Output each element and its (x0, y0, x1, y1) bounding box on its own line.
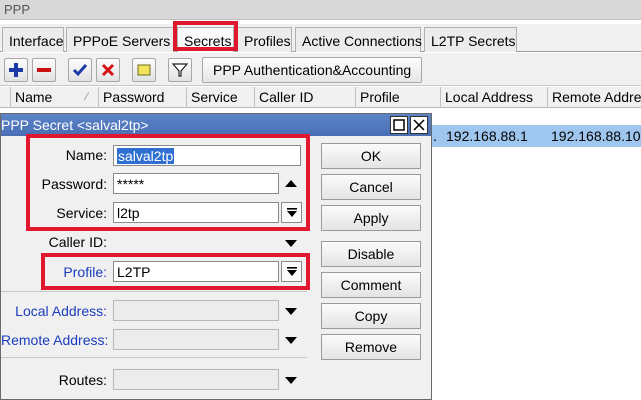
column-remote-address[interactable]: Remote Address (547, 87, 641, 108)
caller-id-field[interactable] (113, 232, 279, 253)
close-button[interactable] (410, 116, 428, 134)
divider (1, 291, 307, 292)
local-address-field[interactable] (113, 300, 279, 321)
filter-button[interactable] (168, 58, 192, 82)
maximize-button[interactable] (390, 116, 408, 134)
caller-id-dropdown[interactable] (281, 233, 301, 253)
sort-icon: ∕ (86, 91, 88, 103)
local-address-label[interactable]: Local Address: (1, 303, 107, 319)
maximize-icon (393, 119, 405, 131)
remote-address-dropdown[interactable] (281, 330, 301, 350)
dialog-title: PPP Secret <salval2tp> (1, 117, 149, 133)
ppp-auth-accounting-button[interactable]: PPP Authentication&Accounting (202, 57, 423, 83)
divider (1, 357, 307, 358)
column-service[interactable]: Service (186, 87, 254, 108)
table-header: Name ∕ Password Service Caller ID Profil… (0, 87, 641, 108)
add-button[interactable] (4, 58, 28, 82)
tab-pppoe-servers[interactable]: PPPoE Servers (66, 27, 174, 52)
highlight-box-credentials (26, 134, 310, 231)
remove-button[interactable]: Remove (321, 334, 421, 360)
column-name[interactable]: Name (10, 87, 98, 108)
apply-button[interactable]: Apply (321, 205, 421, 231)
highlight-box-secrets (173, 21, 238, 51)
dropdown-arrow-icon (285, 308, 297, 315)
routes-field[interactable] (113, 369, 279, 390)
tab-interface[interactable]: Interface (2, 27, 64, 52)
comment-button[interactable] (132, 58, 156, 82)
tab-bar: Interface PPPoE Servers Secrets Profiles… (0, 21, 641, 52)
disable-button[interactable] (96, 58, 120, 82)
ppp-secret-dialog: PPP Secret <salval2tp> Name: salval2tp P… (0, 113, 432, 400)
column-profile[interactable]: Profile (355, 87, 440, 108)
highlight-box-profile (41, 253, 310, 290)
close-icon (413, 119, 425, 131)
cancel-button[interactable]: Cancel (321, 174, 421, 200)
column-caller-id[interactable]: Caller ID (254, 87, 355, 108)
filter-icon (172, 63, 188, 77)
minus-icon (37, 68, 51, 72)
tab-l2tp-secrets[interactable]: L2TP Secrets (424, 27, 517, 52)
x-icon (101, 63, 115, 77)
row-local-address: 192.168.88.1 (446, 128, 528, 144)
disable-button[interactable]: Disable (321, 241, 421, 267)
routes-dropdown[interactable] (281, 370, 301, 390)
column-password[interactable]: Password (98, 87, 186, 108)
tab-active-connections[interactable]: Active Connections (295, 27, 422, 52)
remote-address-label[interactable]: Remote Address: (1, 332, 108, 348)
ok-button[interactable]: OK (321, 143, 421, 169)
dropdown-arrow-icon (285, 337, 297, 344)
remove-button[interactable] (32, 58, 56, 82)
plus-icon (9, 63, 23, 77)
check-icon (72, 64, 88, 77)
comment-button[interactable]: Comment (321, 272, 421, 298)
toolbar: PPP Authentication&Accounting (0, 53, 641, 86)
window-title: PPP (4, 2, 31, 17)
remote-address-field[interactable] (113, 329, 279, 350)
window-titlebar: PPP (0, 0, 641, 20)
row-truncated-text: . (433, 128, 437, 144)
enable-button[interactable] (68, 58, 92, 82)
row-remote-address: 192.168.88.10 (551, 128, 641, 144)
tab-profiles[interactable]: Profiles (237, 27, 292, 52)
dialog-titlebar: PPP Secret <salval2tp> (1, 114, 431, 136)
dropdown-arrow-icon (285, 240, 297, 247)
table-row[interactable]: . 192.168.88.1 192.168.88.10 (432, 125, 641, 147)
local-address-dropdown[interactable] (281, 301, 301, 321)
copy-button[interactable]: Copy (321, 303, 421, 329)
note-icon (137, 64, 151, 76)
dropdown-arrow-icon (285, 377, 297, 384)
caller-id-label: Caller ID: (48, 234, 107, 250)
column-local-address[interactable]: Local Address (440, 87, 547, 108)
routes-label: Routes: (58, 372, 107, 388)
